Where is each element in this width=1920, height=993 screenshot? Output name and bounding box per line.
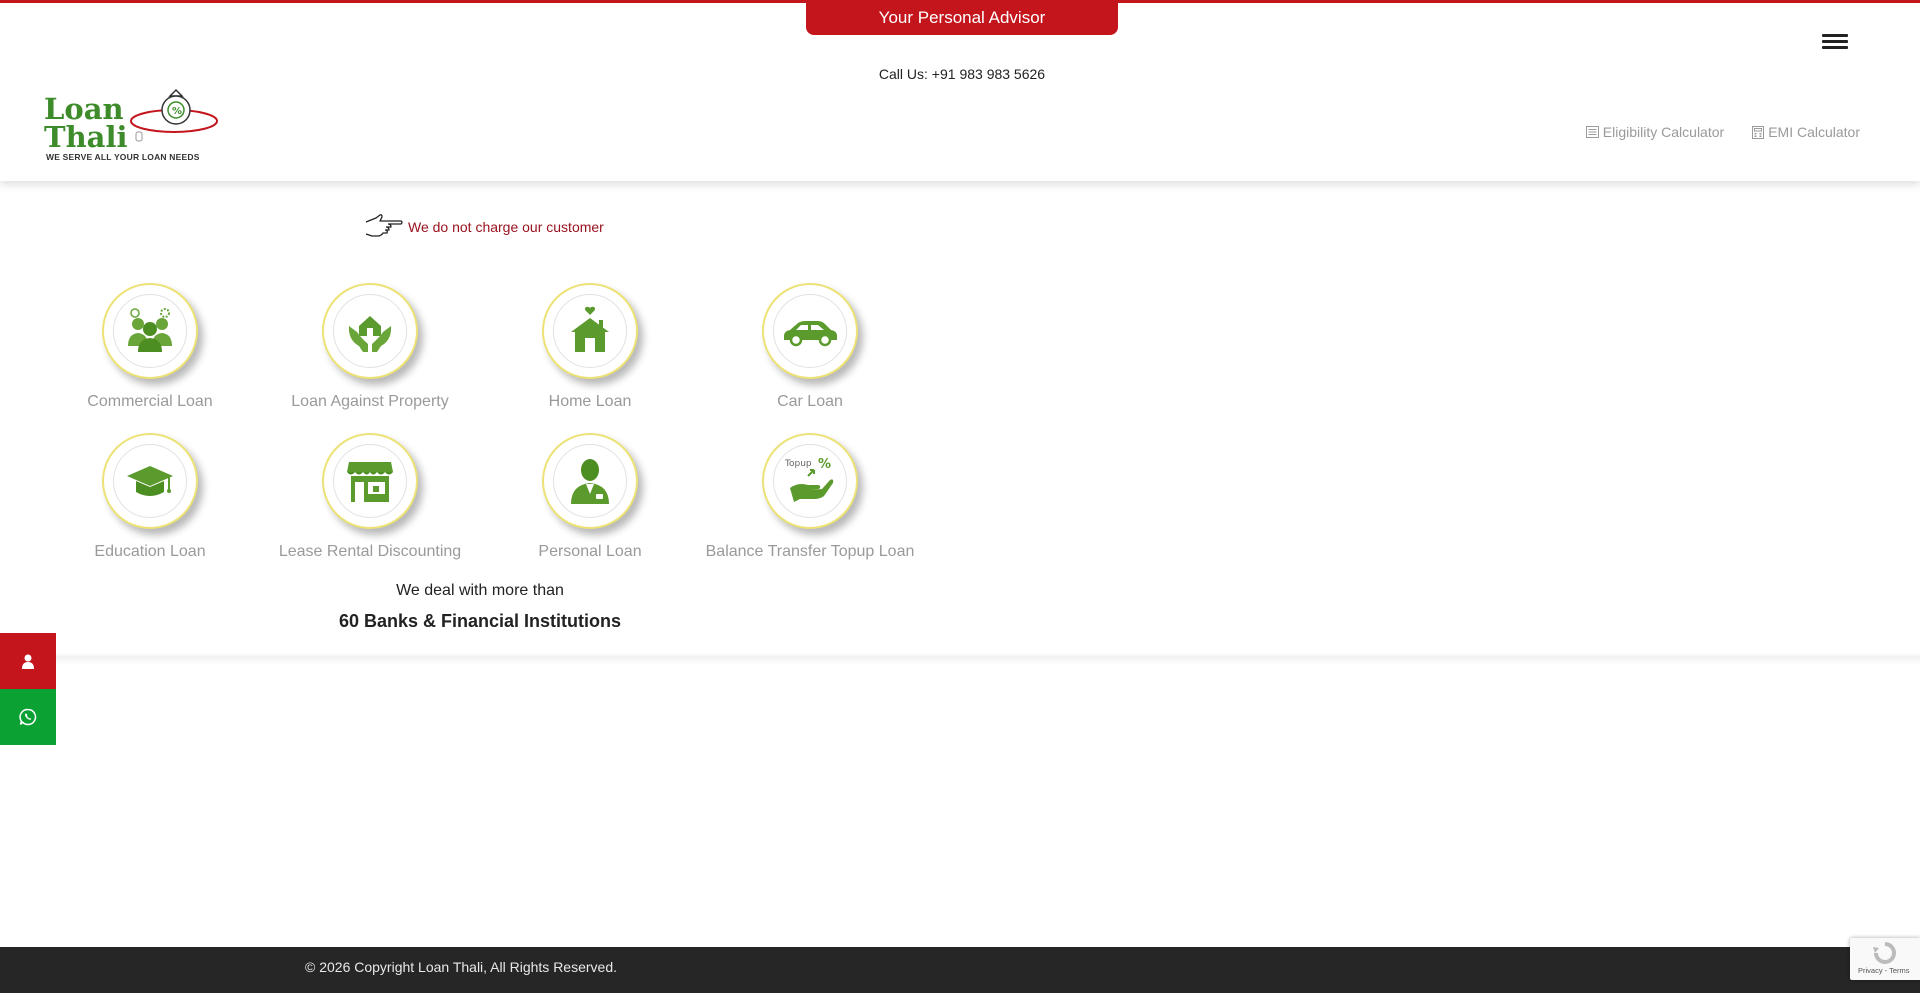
service-education-loan[interactable]: Education Loan xyxy=(40,433,260,561)
service-label: Lease Rental Discounting xyxy=(278,543,462,560)
service-icon-circle: Topup % xyxy=(762,433,858,529)
side-whatsapp-button[interactable] xyxy=(0,689,56,745)
service-personal-loan[interactable]: Personal Loan xyxy=(480,433,700,561)
service-icon-circle xyxy=(762,283,858,379)
no-charge-text: We do not charge our customer xyxy=(408,219,604,235)
service-home-loan[interactable]: Home Loan xyxy=(480,283,700,411)
service-icon-circle xyxy=(322,433,418,529)
emi-calculator-link[interactable]: EMI Calculator xyxy=(1752,124,1860,140)
business-people-icon xyxy=(128,308,172,352)
recaptcha-privacy-terms[interactable]: Privacy - Terms xyxy=(1858,966,1910,975)
service-label: Personal Loan xyxy=(538,543,642,560)
recaptcha-icon xyxy=(1873,942,1896,964)
service-icon-circle xyxy=(542,433,638,529)
house-heart-icon xyxy=(571,306,609,352)
service-balance-transfer-topup-loan[interactable]: Topup % Balance Transfer Topup Loan xyxy=(700,433,920,561)
loan-thali-logo[interactable]: Loan Thali WE SERVE ALL YOUR LOAN NEEDS … xyxy=(42,88,220,166)
service-car-loan[interactable]: Car Loan xyxy=(700,283,920,411)
list-icon xyxy=(1585,126,1599,138)
money-bag-plate-icon: % xyxy=(130,88,218,142)
personal-advisor-tab[interactable]: Your Personal Advisor xyxy=(806,0,1118,35)
user-icon xyxy=(22,654,34,669)
logo-tagline: WE SERVE ALL YOUR LOAN NEEDS xyxy=(46,152,200,162)
site-header: Your Personal Advisor Call Us: +91 983 9… xyxy=(0,0,1920,181)
graduation-cap-icon xyxy=(127,466,173,496)
deal-banks-count-text: 60 Banks & Financial Institutions xyxy=(338,611,622,631)
service-label: Car Loan xyxy=(777,393,843,410)
service-commercial-loan[interactable]: Commercial Loan xyxy=(40,283,260,411)
service-icon-circle xyxy=(102,283,198,379)
service-icon-circle xyxy=(102,433,198,529)
recaptcha-badge[interactable]: Privacy - Terms xyxy=(1850,938,1920,980)
hamburger-menu-icon[interactable] xyxy=(1822,34,1848,50)
service-icon-circle xyxy=(542,283,638,379)
calculator-links: Eligibility Calculator EMI Calculator xyxy=(1585,124,1860,140)
service-label: Home Loan xyxy=(548,393,632,410)
eligibility-calculator-label: Eligibility Calculator xyxy=(1602,124,1725,140)
service-label: Loan Against Property xyxy=(291,393,449,410)
side-contact-button[interactable] xyxy=(0,633,56,689)
whatsapp-icon xyxy=(19,708,37,726)
site-footer: © 2026 Copyright Loan Thali, All Rights … xyxy=(0,947,1920,993)
person-icon xyxy=(571,459,609,504)
service-label: Balance Transfer Topup Loan xyxy=(705,543,915,560)
service-label: Commercial Loan xyxy=(87,393,213,410)
topup-hand-icon: Topup % xyxy=(784,457,834,502)
hands-house-icon xyxy=(348,316,392,352)
shop-icon xyxy=(347,462,393,502)
calculator-icon xyxy=(1752,125,1765,139)
svg-text:%: % xyxy=(172,106,182,117)
service-icon-circle xyxy=(322,283,418,379)
copyright-text: © 2026 Copyright Loan Thali, All Rights … xyxy=(305,959,618,975)
eligibility-calculator-link[interactable]: Eligibility Calculator xyxy=(1585,124,1725,140)
service-loan-against-property[interactable]: Loan Against Property xyxy=(260,283,480,411)
emi-calculator-label: EMI Calculator xyxy=(1768,124,1860,140)
section-divider-band xyxy=(56,656,1920,665)
pointing-hand-icon xyxy=(365,214,403,237)
logo-text-thali: Thali xyxy=(44,120,128,154)
service-label: Education Loan xyxy=(94,543,206,560)
car-icon xyxy=(784,321,837,347)
no-charge-promo: We do not charge our customer xyxy=(364,214,604,240)
call-us-text[interactable]: Call Us: +91 983 983 5626 xyxy=(820,66,1104,82)
percent-icon-lettering: % xyxy=(818,457,831,472)
service-lease-rental-discounting[interactable]: Lease Rental Discounting xyxy=(260,433,480,561)
topup-icon-lettering: Topup xyxy=(784,459,812,469)
deal-intro-text: We deal with more than xyxy=(396,582,564,599)
